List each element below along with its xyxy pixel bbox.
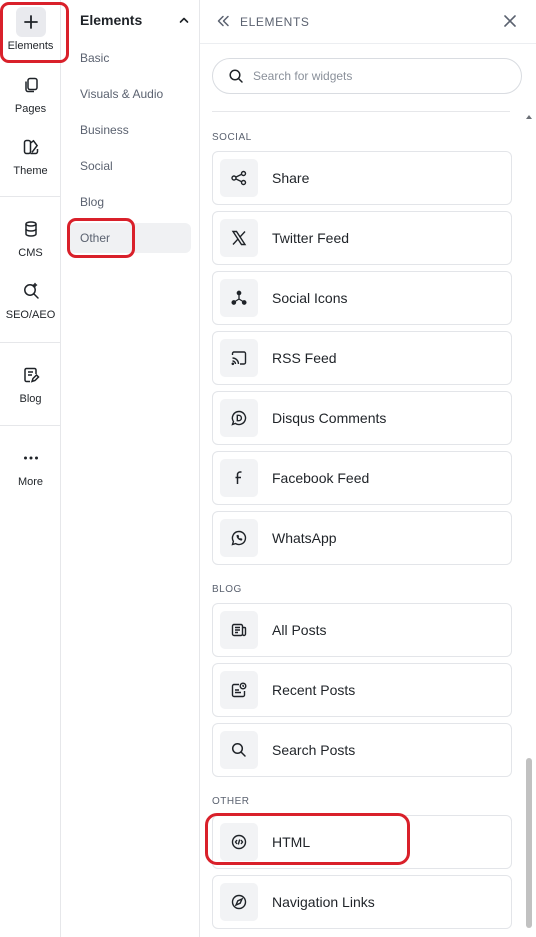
blog-icon	[19, 363, 43, 387]
panel-header: ELEMENTS	[200, 0, 536, 44]
widget-card-disqus-comments[interactable]: Disqus Comments	[212, 391, 512, 445]
widget-label: Navigation Links	[272, 894, 375, 910]
widget-card-social-icons[interactable]: Social Icons	[212, 271, 512, 325]
widget-label: Share	[272, 170, 310, 186]
rail-item-elements[interactable]: Elements	[0, 7, 61, 52]
posts-icon	[231, 623, 247, 637]
x-logo-icon	[231, 230, 247, 246]
scroll-up-arrow-icon[interactable]	[525, 113, 533, 121]
widget-card-all-posts[interactable]: All Posts	[212, 603, 512, 657]
plus-icon	[15, 7, 46, 37]
widget-card-whatsapp[interactable]: WhatsApp	[212, 511, 512, 565]
double-chevron-left-icon[interactable]	[215, 13, 231, 29]
rail-item-label: Pages	[14, 103, 47, 115]
close-icon[interactable]	[501, 12, 519, 30]
category-item-other[interactable]: Other	[69, 223, 191, 253]
widget-card-recent-posts[interactable]: Recent Posts	[212, 663, 512, 717]
rail-item-more[interactable]: More	[0, 446, 61, 488]
widget-label: Twitter Feed	[272, 230, 350, 246]
pages-icon	[19, 73, 43, 97]
widget-search[interactable]	[212, 58, 522, 94]
category-item-visuals-audio[interactable]: Visuals & Audio	[69, 79, 191, 109]
category-item-social[interactable]: Social	[69, 151, 191, 181]
search-input[interactable]	[253, 69, 493, 83]
section-title-other: OTHER	[212, 796, 250, 807]
theme-icon	[19, 135, 43, 159]
whatsapp-icon	[231, 530, 247, 546]
rail-item-label: CMS	[18, 247, 43, 259]
widget-label: Disqus Comments	[272, 410, 387, 426]
search-icon	[229, 69, 243, 83]
rail-item-label: Theme	[13, 165, 48, 177]
widget-label: Social Icons	[272, 290, 348, 306]
divider	[212, 111, 510, 112]
left-rail: Elements Pages Theme CMS SEO/AEO Blog Mo…	[0, 0, 61, 937]
widget-label: WhatsApp	[272, 530, 337, 546]
widget-label: RSS Feed	[272, 350, 337, 366]
section-title-blog: BLOG	[212, 584, 242, 595]
rail-item-pages[interactable]: Pages	[0, 73, 61, 115]
widget-label: Facebook Feed	[272, 470, 370, 486]
rail-item-cms[interactable]: CMS	[0, 217, 61, 259]
widget-card-rss-feed[interactable]: RSS Feed	[212, 331, 512, 385]
code-icon	[231, 834, 247, 850]
category-title: Elements	[80, 12, 143, 28]
rail-item-seo[interactable]: SEO/AEO	[0, 279, 61, 321]
disqus-icon	[231, 410, 247, 426]
share-icon	[231, 170, 247, 186]
widget-label: Search Posts	[272, 742, 356, 758]
widget-card-facebook-feed[interactable]: Facebook Feed	[212, 451, 512, 505]
rail-divider	[0, 425, 61, 426]
compass-icon	[231, 894, 247, 910]
rail-item-label: More	[17, 476, 44, 488]
rail-item-theme[interactable]: Theme	[0, 135, 61, 177]
rail-item-label: SEO/AEO	[5, 309, 56, 321]
rail-divider	[0, 196, 61, 197]
chevron-up-icon	[179, 17, 189, 23]
rail-item-label: Blog	[19, 393, 42, 405]
search-icon	[231, 742, 246, 757]
scrollbar-thumb[interactable]	[526, 758, 532, 928]
panel-title: ELEMENTS	[240, 15, 310, 29]
widget-card-navigation-links[interactable]: Navigation Links	[212, 875, 512, 929]
rail-divider	[0, 342, 61, 343]
network-icon	[231, 290, 247, 305]
widget-label: All Posts	[272, 622, 327, 638]
rail-item-blog[interactable]: Blog	[0, 363, 61, 405]
elements-panel: ELEMENTS SOCIAL Share Twitter Feed Socia…	[200, 0, 536, 937]
category-item-business[interactable]: Business	[69, 115, 191, 145]
cast-icon	[231, 351, 247, 366]
widget-card-search-posts[interactable]: Search Posts	[212, 723, 512, 777]
widget-label: Recent Posts	[272, 682, 356, 698]
widget-card-html[interactable]: HTML	[212, 815, 512, 869]
database-icon	[19, 217, 43, 241]
category-item-blog[interactable]: Blog	[69, 187, 191, 217]
section-title-social: SOCIAL	[212, 132, 252, 143]
widget-label: HTML	[272, 834, 311, 850]
widget-card-twitter-feed[interactable]: Twitter Feed	[212, 211, 512, 265]
rail-item-label: Elements	[7, 40, 54, 52]
more-dots-icon	[19, 446, 43, 470]
recent-posts-icon	[231, 682, 247, 698]
category-column: Elements Basic Visuals & Audio Business …	[61, 0, 200, 937]
seo-search-icon	[19, 279, 43, 303]
widget-card-share[interactable]: Share	[212, 151, 512, 205]
category-header[interactable]: Elements	[80, 12, 190, 28]
facebook-icon	[235, 471, 242, 484]
category-item-basic[interactable]: Basic	[69, 43, 191, 73]
